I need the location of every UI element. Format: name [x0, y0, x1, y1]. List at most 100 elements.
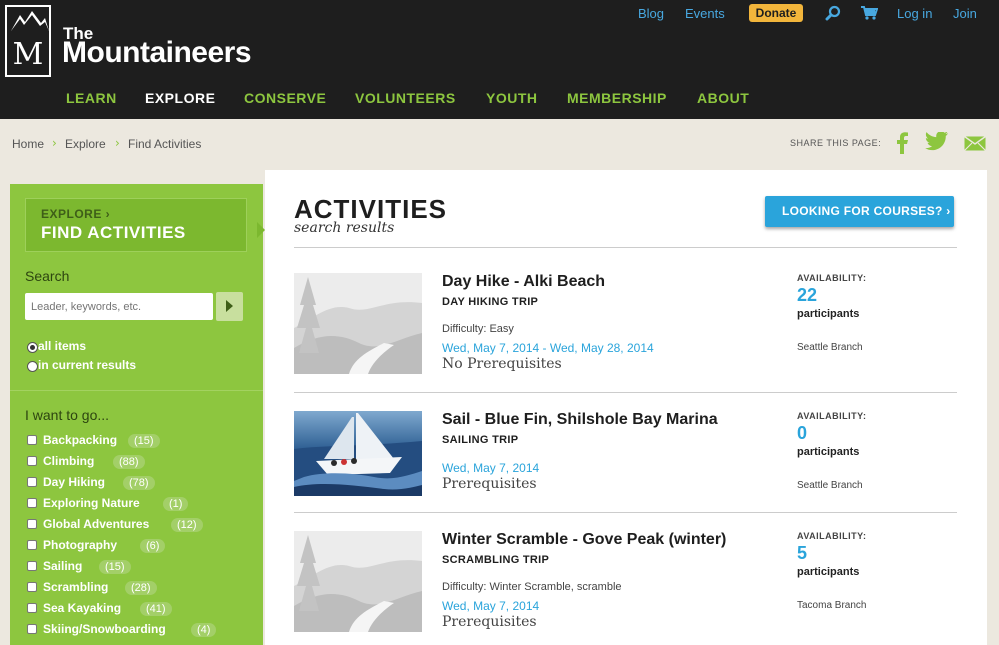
category-label[interactable]: Scrambling — [43, 580, 108, 594]
availability-label: AVAILABILITY: — [797, 531, 867, 541]
brand-name[interactable]: Mountaineers — [62, 36, 252, 70]
join-link[interactable]: Join — [953, 6, 977, 21]
participants-label: participants — [797, 446, 860, 458]
search-submit-button[interactable] — [216, 292, 243, 321]
availability-count: 5 — [797, 543, 808, 563]
category-label[interactable]: Sailing — [43, 559, 82, 573]
category-label[interactable]: Skiing/Snowboarding — [43, 622, 166, 636]
category-checkbox[interactable] — [27, 624, 37, 634]
category-count: (88) — [113, 455, 145, 469]
category-label[interactable]: Global Adventures — [43, 517, 149, 531]
sidebar-heading: EXPLORE › FIND ACTIVITIES — [25, 198, 247, 252]
category-checkbox[interactable] — [27, 582, 37, 592]
share-label: SHARE THIS PAGE: — [790, 138, 882, 148]
search-input[interactable] — [25, 293, 213, 320]
category-checkbox[interactable] — [27, 540, 37, 550]
breadcrumb-chevron-icon: › — [115, 136, 120, 150]
login-link[interactable]: Log in — [897, 6, 932, 21]
activity-type: SAILING TRIP — [442, 434, 519, 446]
activity-date: Wed, May 7, 2014 — [442, 461, 540, 475]
category-count: (15) — [128, 434, 160, 448]
email-icon[interactable] — [964, 136, 986, 151]
activity-difficulty: Difficulty: Easy — [442, 323, 514, 335]
activity-prereq: Prerequisites — [442, 476, 537, 492]
availability-count: 0 — [797, 423, 808, 443]
breadcrumb-explore[interactable]: Explore — [65, 137, 106, 151]
category-count: (41) — [140, 602, 172, 616]
want-to-go-label: I want to go... — [25, 407, 110, 423]
radio-all-items[interactable] — [27, 342, 38, 353]
category-checkbox[interactable] — [27, 519, 37, 529]
activity-item: Sail - Blue Fin, Shilshole Bay Marina SA… — [294, 411, 957, 521]
twitter-icon[interactable] — [925, 132, 949, 152]
facebook-icon[interactable] — [895, 132, 909, 154]
category-checkbox[interactable] — [27, 498, 37, 508]
radio-current-results-label[interactable]: in current results — [38, 358, 136, 372]
activity-difficulty: Difficulty: Winter Scramble, scramble — [442, 581, 622, 593]
category-count: (28) — [125, 581, 157, 595]
sidebar-kicker[interactable]: EXPLORE › — [41, 207, 110, 221]
category-count: (15) — [99, 560, 131, 574]
placeholder-landscape-icon[interactable] — [294, 273, 422, 374]
events-link[interactable]: Events — [685, 6, 725, 21]
category-label[interactable]: Photography — [43, 538, 117, 552]
logo[interactable]: M — [5, 5, 51, 77]
donate-button[interactable]: Donate — [749, 4, 803, 22]
participants-label: participants — [797, 566, 860, 578]
search-label: Search — [25, 268, 70, 284]
activity-title[interactable]: Day Hike - Alki Beach — [442, 273, 605, 291]
activity-date: Wed, May 7, 2014 — [442, 599, 540, 613]
nav-conserve[interactable]: CONSERVE — [244, 90, 326, 106]
breadcrumb-current: Find Activities — [128, 137, 202, 151]
radio-current-results[interactable] — [27, 361, 38, 372]
branch-name: Seattle Branch — [797, 342, 863, 353]
sidebar-title: FIND ACTIVITIES — [41, 223, 186, 242]
activity-title[interactable]: Winter Scramble - Gove Peak (winter) — [442, 531, 726, 549]
category-checkbox[interactable] — [27, 477, 37, 487]
nav-explore[interactable]: EXPLORE — [145, 90, 215, 106]
divider — [294, 512, 957, 513]
nav-membership[interactable]: MEMBERSHIP — [567, 90, 667, 106]
looking-for-courses-button[interactable]: LOOKING FOR COURSES? › — [765, 196, 954, 227]
logo-letter: M — [12, 37, 44, 72]
category-label[interactable]: Sea Kayaking — [43, 601, 121, 615]
play-arrow-icon — [226, 300, 233, 312]
search-icon[interactable] — [825, 5, 841, 21]
nav-volunteers[interactable]: VOLUNTEERS — [355, 90, 456, 106]
category-label[interactable]: Backpacking — [43, 433, 117, 447]
nav-about[interactable]: ABOUT — [697, 90, 749, 106]
mountain-logo-icon — [11, 11, 49, 31]
availability-count: 22 — [797, 285, 818, 305]
category-label[interactable]: Exploring Nature — [43, 496, 140, 510]
activity-item: Day Hike - Alki Beach DAY HIKING TRIP Di… — [294, 273, 957, 383]
nav-youth[interactable]: YOUTH — [486, 90, 538, 106]
participants-label: participants — [797, 308, 860, 320]
category-label[interactable]: Day Hiking — [43, 475, 105, 489]
category-count: (78) — [123, 476, 155, 490]
breadcrumb-chevron-icon: › — [52, 136, 57, 150]
category-checkbox[interactable] — [27, 456, 37, 466]
category-checkbox[interactable] — [27, 561, 37, 571]
divider — [294, 392, 957, 393]
branch-name: Seattle Branch — [797, 480, 863, 491]
sailboat-photo[interactable] — [294, 411, 422, 496]
activity-type: SCRAMBLING TRIP — [442, 554, 550, 566]
radio-all-items-label[interactable]: all items — [38, 339, 86, 353]
category-checkbox[interactable] — [27, 435, 37, 445]
site-header: M The Mountaineers Blog Events Donate Lo… — [0, 0, 999, 119]
activity-title[interactable]: Sail - Blue Fin, Shilshole Bay Marina — [442, 411, 718, 429]
sidebar-pointer — [257, 222, 265, 238]
category-checkbox[interactable] — [27, 603, 37, 613]
blog-link[interactable]: Blog — [638, 6, 664, 21]
breadcrumb-home[interactable]: Home — [12, 137, 44, 151]
nav-learn[interactable]: LEARN — [66, 90, 117, 106]
activity-item: Winter Scramble - Gove Peak (winter) SCR… — [294, 531, 957, 641]
results-panel: ACTIVITIES search results LOOKING FOR CO… — [265, 170, 987, 645]
cart-icon[interactable] — [860, 5, 878, 21]
category-count: (6) — [140, 539, 166, 553]
page-subtitle: search results — [294, 220, 395, 236]
category-label[interactable]: Climbing — [43, 454, 94, 468]
category-count: (12) — [171, 518, 203, 532]
placeholder-landscape-icon[interactable] — [294, 531, 422, 632]
availability-label: AVAILABILITY: — [797, 411, 867, 421]
